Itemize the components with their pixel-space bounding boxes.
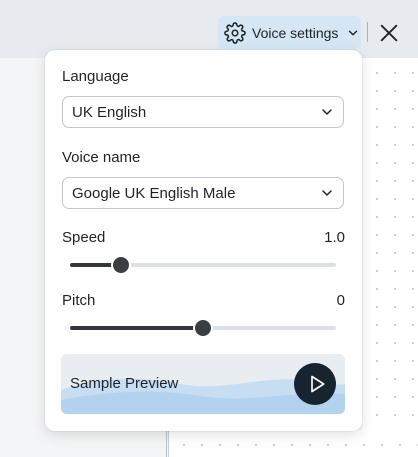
sample-preview-card: Sample Preview [61, 354, 345, 414]
voice-name-select[interactable]: Google UK English Male [62, 177, 344, 209]
language-label: Language [62, 68, 129, 85]
pitch-label: Pitch [62, 292, 96, 309]
slider-thumb[interactable] [195, 320, 211, 336]
voice-settings-popover: Language UK English Voice name Google UK… [45, 50, 362, 431]
speed-label: Speed [62, 229, 106, 246]
voice-settings-button[interactable]: Voice settings [218, 16, 361, 49]
pitch-slider[interactable] [70, 319, 336, 337]
chevron-down-icon [319, 185, 335, 201]
language-selected-value: UK English [72, 103, 147, 121]
gear-icon [224, 21, 246, 44]
toolbar-divider [367, 22, 368, 42]
slider-fill [70, 326, 211, 330]
play-button[interactable] [294, 363, 336, 405]
voice-name-selected-value: Google UK English Male [72, 184, 236, 202]
speed-value: 1.0 [324, 229, 345, 246]
close-icon [378, 22, 400, 44]
chevron-down-icon [319, 104, 335, 120]
slider-thumb[interactable] [112, 257, 129, 273]
sample-preview-label: Sample Preview [70, 375, 179, 392]
canvas-divider-line [166, 430, 167, 457]
pitch-value: 0 [336, 292, 345, 309]
dotted-canvas [362, 58, 418, 457]
chevron-down-icon [346, 26, 360, 40]
speed-slider[interactable] [70, 256, 336, 274]
play-icon [307, 374, 327, 394]
language-select[interactable]: UK English [62, 96, 344, 128]
voice-name-label: Voice name [62, 149, 141, 166]
voice-settings-label: Voice settings [252, 24, 339, 41]
close-button[interactable] [378, 22, 400, 44]
dotted-canvas-bottom [168, 430, 418, 457]
